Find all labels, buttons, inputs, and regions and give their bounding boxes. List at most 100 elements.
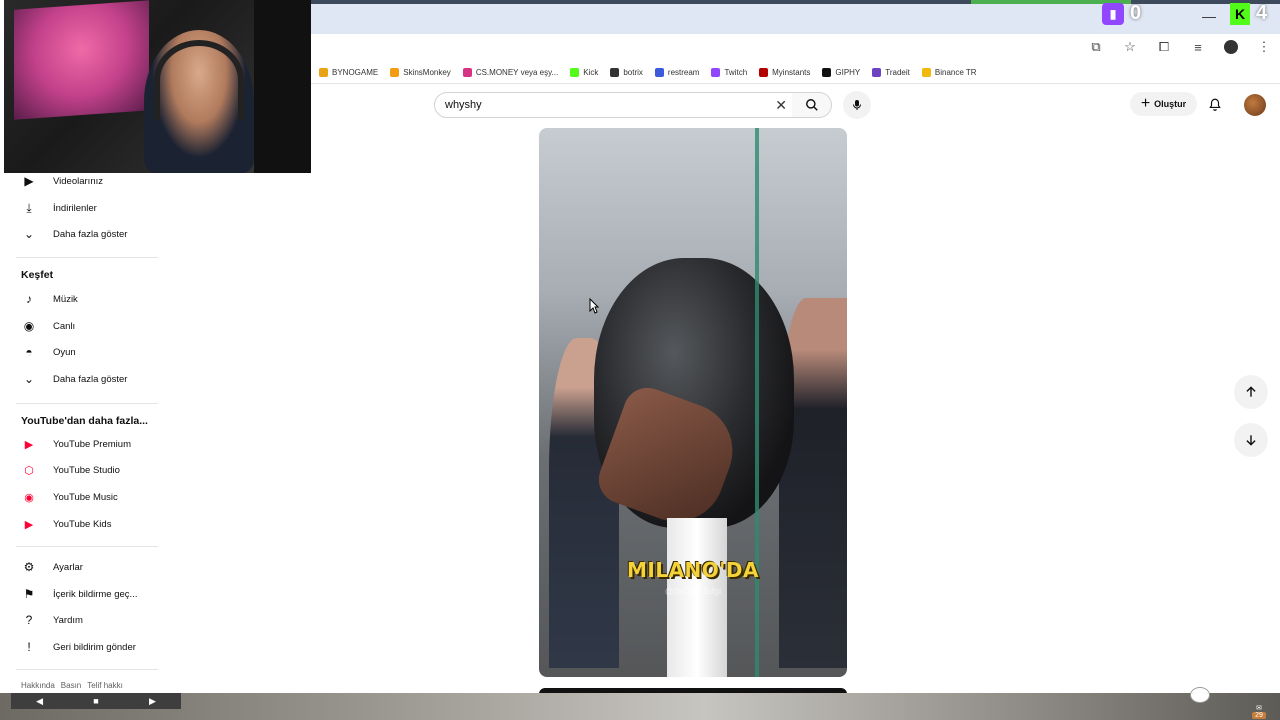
plus-icon: + [1140,95,1151,112]
sidebar-item[interactable]: ⤓ İndirilenler [4,195,160,221]
bookmark-item[interactable]: restream [654,68,699,77]
profile-avatar-icon[interactable] [1224,40,1238,54]
bookmark-label: GIPHY [835,68,861,77]
sidebar-item-label: Geri bildirim gönder [53,641,136,653]
shorts-video-player[interactable]: MILANO'DA @Şu3ah-Bdgi [539,128,847,677]
help-icon: ? [25,613,33,627]
bookmark-favicon-icon [462,68,472,77]
sidebar-item[interactable]: ⌄ Daha fazla göster [4,366,160,392]
search-query-text: whyshy [445,99,482,111]
bookmark-favicon-icon [654,68,664,77]
bookmark-star-icon[interactable]: ☆ [1122,39,1138,55]
bookmark-label: CS.MONEY veya eşy... [475,68,559,77]
kick-viewer-count: 4 [1256,2,1268,24]
mail-icon: ✉ [1256,705,1262,712]
media-control-icon[interactable]: ≡ [1190,40,1206,55]
sidebar-divider [16,546,158,547]
bookmark-label: Myinstants [772,68,811,77]
bookmark-label: botrix [623,68,643,77]
bookmark-favicon-icon [570,68,580,77]
sidebar-item-label: Daha fazla göster [53,373,128,385]
sidebar-item-label: İçerik bildirme geç... [53,588,138,600]
sidebar-item[interactable]: ! Geri bildirim gönder [4,634,160,660]
footer-link-about[interactable]: Hakkında [21,681,55,690]
bookmark-favicon-icon [390,68,400,77]
youtube-studio-icon: ⬡ [24,464,34,477]
sidebar-item[interactable]: ▶ YouTube Premium [4,431,160,457]
window-minimize-button[interactable]: — [1202,8,1216,24]
sidebar-item[interactable]: ▶ YouTube Kids [4,511,160,537]
twitch-logo-icon: ▮ [1102,2,1124,25]
sidebar-item-label: Ayarlar [53,561,83,573]
sidebar-item-label: YouTube Studio [53,464,120,476]
sidebar-item[interactable]: ⚙ Ayarlar [4,554,160,580]
clear-search-icon[interactable]: ✕ [775,97,787,114]
sidebar-divider [16,257,158,258]
footer-link-copyright[interactable]: Telif hakkı [87,681,123,690]
live-icon: ◉ [23,319,35,333]
sidebar-item[interactable]: ⚑ İçerik bildirme geç... [4,581,160,607]
bookmark-item[interactable]: Tradeit [872,68,910,77]
previous-track-icon[interactable]: ◀ [36,696,43,707]
video-display-pillar [667,518,727,677]
bell-icon [1209,98,1221,111]
bookmark-item[interactable]: Binance TR [921,68,977,77]
more-from-youtube-heading: YouTube'dan daha fazla... [21,415,148,427]
sidebar-item[interactable]: ◉ YouTube Music [4,484,160,510]
sidebar-item-label: YouTube Kids [53,518,112,530]
browser-address-bar: ⧉ ☆ ⧠ ≡ ⋮ [311,34,1280,62]
next-short-button[interactable] [1234,423,1268,457]
install-app-icon[interactable]: ⧉ [1088,39,1104,55]
bookmark-item[interactable]: CS.MONEY veya eşy... [462,68,559,77]
notifications-button[interactable] [1206,95,1224,113]
sidebar-item[interactable]: ♪ Müzik [4,286,160,312]
bookmark-item[interactable]: Myinstants [759,68,810,77]
bookmark-item[interactable]: Kick [570,68,598,77]
create-label: Oluştur [1154,99,1187,109]
mail-notification[interactable]: ✉ 29 [1247,693,1271,719]
bookmark-favicon-icon [872,68,882,77]
bookmark-favicon-icon [921,68,931,77]
create-button[interactable]: + Oluştur [1130,92,1197,116]
mouse-cursor-icon [589,298,599,314]
bookmark-item[interactable]: botrix [610,68,643,77]
sidebar-divider [16,669,158,670]
previous-short-button[interactable] [1234,375,1268,409]
sidebar-item[interactable]: ⬡ YouTube Studio [4,457,160,483]
sidebar-item[interactable]: ▶ Videolarınız [4,168,160,194]
sidebar-item[interactable]: ? Yardım [4,607,160,633]
voice-search-button[interactable] [843,91,871,119]
account-avatar[interactable] [1244,94,1266,116]
sidebar-item-label: Daha fazla göster [53,228,128,240]
sidebar-item[interactable]: ◓ Oyun [4,339,160,365]
chat-bubble-icon[interactable] [1190,687,1210,703]
bookmark-item[interactable]: GIPHY [822,68,860,77]
play-square-icon: ▶ [24,174,34,188]
sidebar-item-label: Yardım [53,614,83,626]
youtube-sidebar: Keşfet YouTube'dan daha fazla... Hakkınd… [4,173,160,693]
bookmark-label: Twitch [724,68,748,77]
browser-menu-icon[interactable]: ⋮ [1256,39,1272,55]
sidebar-item[interactable]: ◉ Canlı [4,313,160,339]
footer-link-press[interactable]: Basın [61,681,81,690]
bookmark-item[interactable]: Twitch [711,68,747,77]
bookmark-item[interactable]: SkinsMonkey [390,68,451,77]
search-input[interactable]: whyshy ✕ [434,92,796,118]
sidebar-item[interactable]: ⌄ Daha fazla göster [4,221,160,247]
video-caption: MILANO'DA [626,558,759,582]
chevron-down-icon: ⌄ [23,227,35,241]
bookmark-label: SkinsMonkey [403,68,451,77]
bookmark-label: Tradeit [885,68,910,77]
webcam-background-dark [254,0,311,173]
webcam-overlay [4,0,311,173]
search-button[interactable] [792,92,832,118]
youtube-music-icon: ◉ [24,491,34,504]
search-icon [805,99,818,111]
stop-icon[interactable]: ■ [93,696,98,706]
bookmark-label: Kick [583,68,599,77]
bookmark-item[interactable]: BYNOGAME [319,68,378,77]
youtube-kids-icon: ▶ [24,518,34,531]
sidebar-item-label: Videolarınız [53,175,103,187]
extensions-icon[interactable]: ⧠ [1156,39,1172,55]
next-track-icon[interactable]: ▶ [149,696,156,707]
